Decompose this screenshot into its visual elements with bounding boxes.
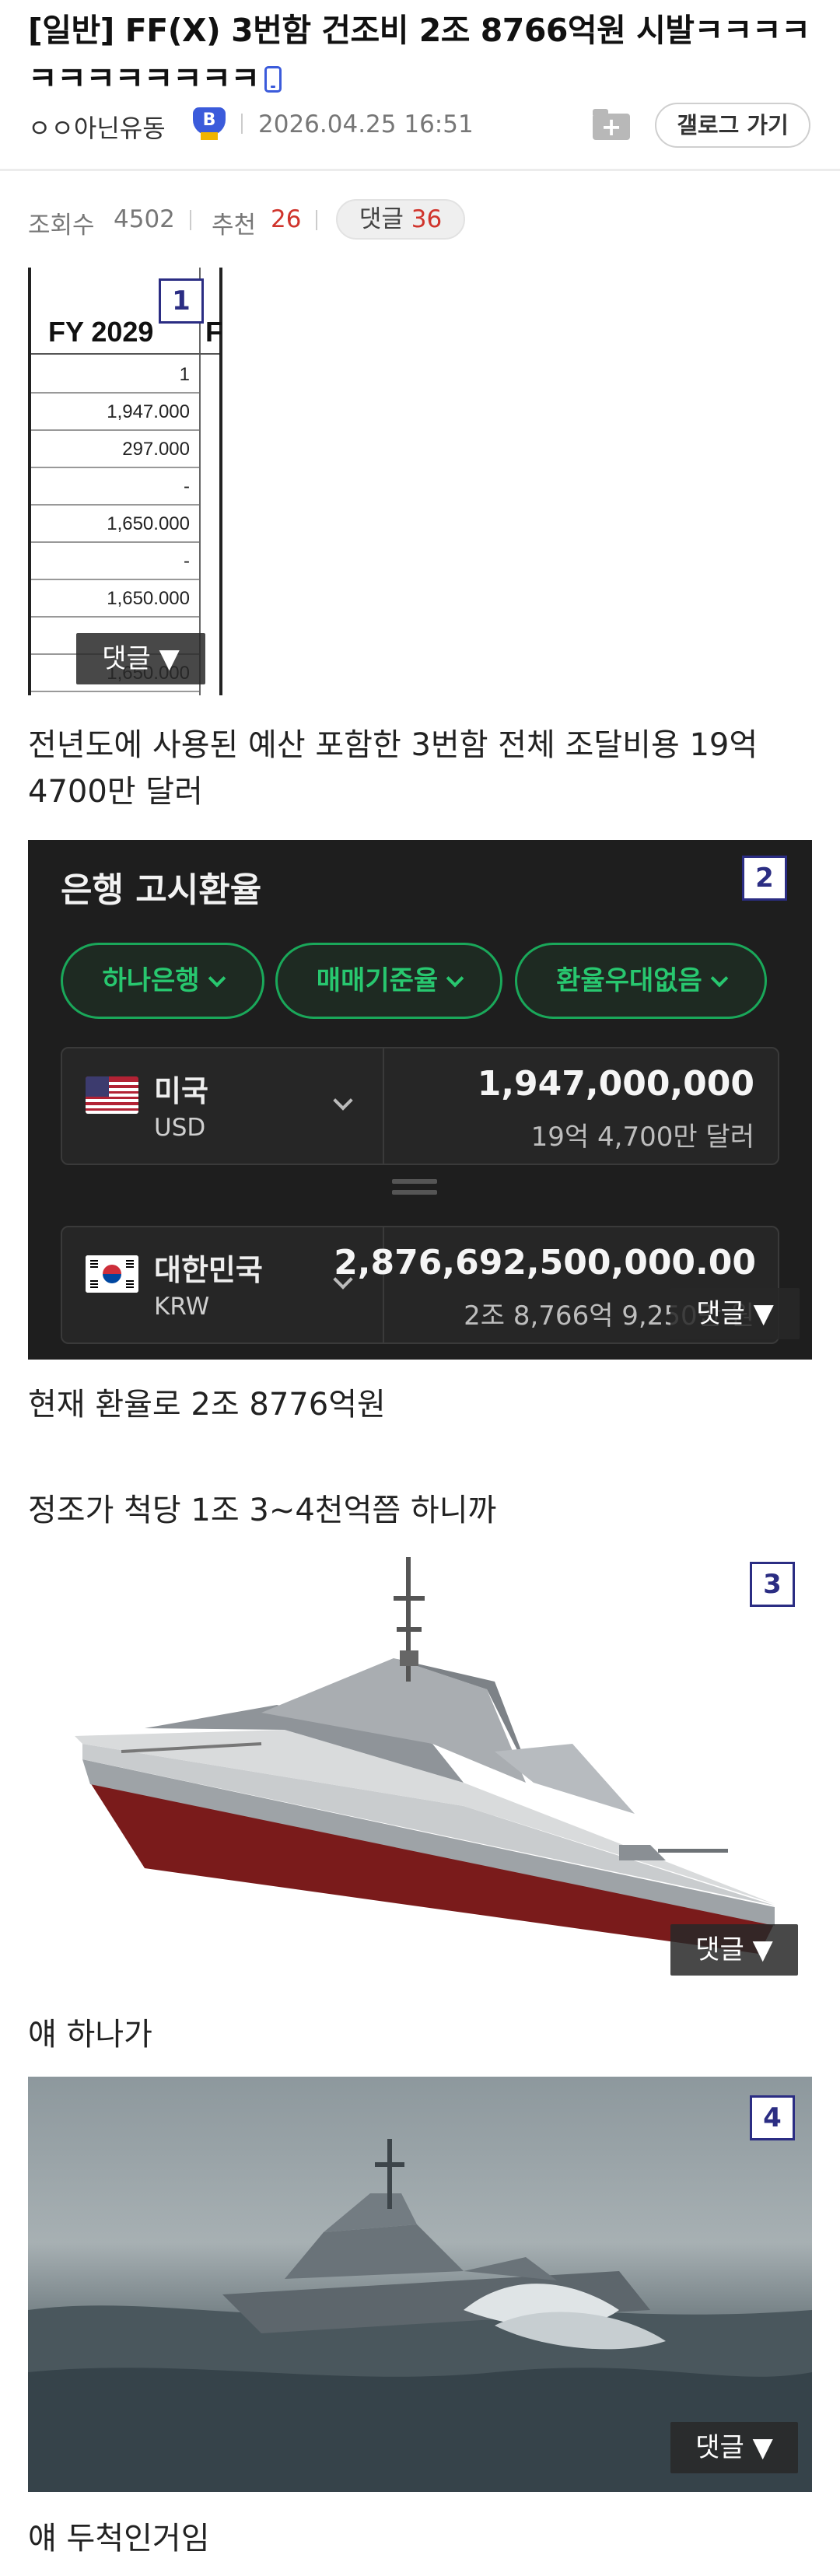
body-text-3: 정조가 척당 1조 3~4천억쯤 하니까	[28, 1493, 497, 1528]
sheet-row: -	[31, 543, 199, 580]
views-label: 조회수	[28, 212, 95, 240]
equals-icon	[392, 1178, 437, 1198]
meta-divider	[241, 114, 243, 134]
sheet-row: 1	[31, 356, 199, 394]
currency-amount: 2,876,692,500,000.00	[334, 1243, 756, 1283]
phone-icon	[264, 66, 282, 93]
chip-label: 매매기준율	[316, 965, 439, 996]
discount-chip: 환율우대없음	[515, 943, 767, 1019]
currency-name: 대한민국	[154, 1253, 263, 1287]
body-text-2: 현재 환율로 2조 8776억원	[28, 1387, 386, 1423]
currency-code: KRW	[154, 1293, 210, 1321]
sheet-row: -	[31, 468, 199, 506]
gallog-button[interactable]: 갤로그 가기	[655, 103, 810, 148]
sheet-row: 1,650.000	[31, 506, 199, 543]
currency-row-from: 미국 USD 1,947,000,000 19억 4,700만 달러	[61, 1047, 779, 1165]
post-title: [일반] FF(X) 3번함 건조비 2조 8766억원 시발ㅋㅋㅋㅋㅋㅋㅋㅋㅋ…	[28, 6, 814, 103]
sheet-header-line	[31, 353, 219, 355]
gallery-add-icon[interactable]: +	[590, 106, 633, 145]
comment-count-button[interactable]: 댓글 36	[336, 199, 465, 240]
korea-flag-icon	[86, 1255, 138, 1293]
body-text-4: 얘 하나가	[28, 2017, 152, 2053]
recommend-count: 26	[271, 205, 302, 233]
image-comment-button[interactable]: 댓글 ▼	[670, 2422, 798, 2473]
badge-letter: B	[193, 107, 226, 135]
usa-flag-icon	[86, 1076, 138, 1114]
chip-label: 하나은행	[102, 965, 200, 996]
image-number-badge: 3	[750, 1562, 795, 1607]
chevron-down-icon	[446, 969, 464, 988]
currency-amount-words: 19억 4,700만 달러	[530, 1122, 754, 1153]
chevron-down-icon	[333, 1090, 353, 1111]
currency-name: 미국	[154, 1074, 208, 1108]
image-number-badge: 4	[750, 2095, 795, 2140]
image-number-badge: 2	[742, 856, 787, 901]
post-title-text: [일반] FF(X) 3번함 건조비 2조 8766억원 시발ㅋㅋㅋㅋㅋㅋㅋㅋㅋ…	[28, 12, 810, 97]
chevron-down-icon	[208, 969, 226, 988]
image-4-destroyer-photo[interactable]: 4 댓글 ▼	[28, 2077, 812, 2492]
exchange-title: 은행 고시환율	[61, 870, 262, 910]
stats-divider	[316, 210, 317, 230]
image-comment-button[interactable]: 댓글 ▼	[670, 1924, 798, 1976]
currency-code: USD	[154, 1114, 206, 1142]
sheet-row: 1,650.000	[31, 580, 199, 618]
chip-label: 환율우대없음	[556, 965, 702, 996]
image-2-exchange-widget[interactable]: 은행 고시환율 2 하나은행 매매기준율 환율우대없음 미국 USD 1,947…	[28, 840, 812, 1360]
sheet-header-next: F	[205, 316, 222, 348]
plus-glyph: +	[600, 112, 622, 142]
sheet-row: 297.000	[31, 431, 199, 468]
rate-type-chip: 매매기준율	[275, 943, 502, 1019]
body-text-1: 전년도에 사용된 예산 포함한 3번함 전체 조달비용 19억 4700만 달러	[28, 727, 758, 810]
bank-select-chip: 하나은행	[61, 943, 264, 1019]
currency-amount: 1,947,000,000	[477, 1064, 754, 1104]
image-comment-button[interactable]: 댓글 ▼	[670, 1288, 800, 1339]
comment-label: 댓글	[359, 205, 404, 233]
views-count: 4502	[114, 205, 175, 233]
frigate-illustration	[75, 1557, 775, 1954]
post-stats: 조회수 4502 추천 26 댓글 36	[28, 199, 814, 243]
currency-select-from: 미국 USD	[62, 1048, 384, 1164]
badge-ribbon	[201, 132, 218, 140]
sheet-row: 1,947.000	[31, 394, 199, 431]
author-badge-icon: B	[193, 107, 226, 140]
header-divider	[0, 169, 840, 171]
recommend-label: 추천	[212, 212, 257, 240]
body-text-5: 얘 두척인거임	[28, 2521, 210, 2557]
stats-divider	[190, 210, 191, 230]
image-3-frigate-render[interactable]: 3 댓글 ▼	[28, 1549, 812, 1985]
post-date: 2026.04.25 16:51	[258, 110, 474, 138]
chevron-down-icon	[710, 969, 729, 988]
sheet-column-line	[199, 268, 201, 695]
author-nickname[interactable]: ㅇㅇ아닌유동	[28, 109, 166, 145]
sheet-header: FY 2029	[48, 316, 154, 348]
image-1-spreadsheet[interactable]: FY 2029 F 1 1,947.000 297.000 - 1,650.00…	[28, 268, 222, 695]
comment-count: 36	[411, 205, 443, 233]
image-number-badge: 1	[159, 278, 204, 324]
post-meta: ㅇㅇ아닌유동 B 2026.04.25 16:51 + 갤로그 가기	[28, 103, 814, 149]
image-comment-button[interactable]: 댓글 ▼	[76, 633, 205, 684]
